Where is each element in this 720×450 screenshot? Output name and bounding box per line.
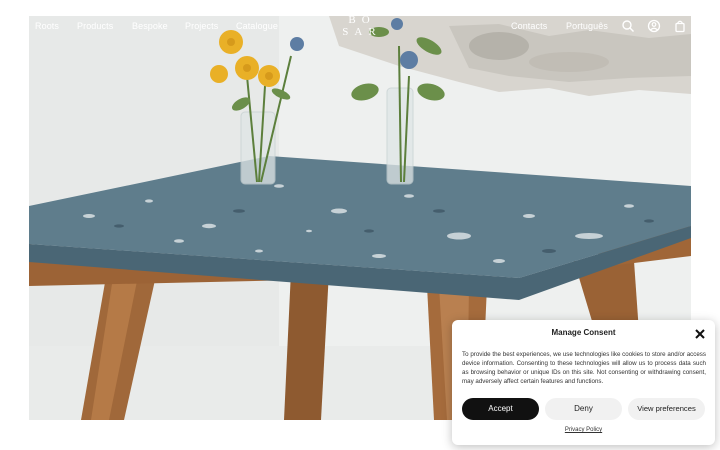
nav-item-language[interactable]: Português — [566, 21, 608, 31]
cookie-consent-dialog: Manage Consent To provide the best exper… — [452, 320, 715, 445]
accept-button[interactable]: Accept — [462, 398, 539, 420]
nav-item-bespoke[interactable]: Bespoke — [132, 21, 168, 31]
view-preferences-button[interactable]: View preferences — [628, 398, 705, 420]
deny-button[interactable]: Deny — [545, 398, 622, 420]
page: Roots Products Bespoke Projects Catalogu… — [0, 0, 720, 450]
nav-item-roots[interactable]: Roots — [35, 21, 59, 31]
nav-item-projects[interactable]: Projects — [185, 21, 218, 31]
top-navigation: Roots Products Bespoke Projects Catalogu… — [29, 14, 691, 38]
brand-logo[interactable]: BO SAR — [327, 14, 397, 48]
consent-title: Manage Consent — [551, 328, 616, 337]
bag-icon[interactable] — [673, 19, 687, 33]
close-icon[interactable] — [694, 327, 706, 339]
consent-description: To provide the best experiences, we use … — [462, 351, 706, 385]
nav-item-contacts[interactable]: Contacts — [511, 21, 547, 31]
nav-item-products[interactable]: Products — [77, 21, 113, 31]
logo-line-2: SAR — [342, 26, 382, 38]
account-icon[interactable] — [647, 19, 661, 33]
nav-item-catalogue[interactable]: Catalogue — [236, 21, 278, 31]
privacy-policy-link[interactable]: Privacy Policy — [452, 427, 715, 433]
search-icon[interactable] — [621, 19, 635, 33]
logo-line-1: BO — [348, 14, 376, 26]
